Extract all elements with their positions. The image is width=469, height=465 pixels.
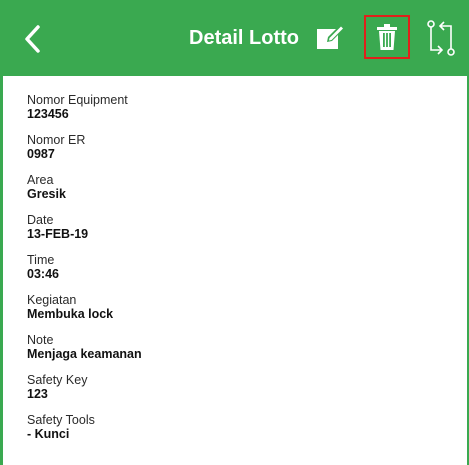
field-label: Kegiatan — [27, 293, 77, 307]
field-label: Area — [27, 173, 54, 187]
field-note: Note Menjaga keamanan — [27, 333, 457, 362]
field-value: - Kunci — [27, 427, 70, 441]
field-safety-key: Safety Key 123 — [27, 373, 457, 402]
field-kegiatan: Kegiatan Membuka lock — [27, 293, 457, 322]
swap-arrows-icon — [427, 20, 455, 56]
field-label: Nomor ER — [27, 133, 86, 147]
chevron-left-icon — [25, 25, 40, 53]
field-label: Time — [27, 253, 55, 267]
field-label: Note — [27, 333, 54, 347]
field-label: Date — [27, 213, 54, 227]
field-area: Area Gresik — [27, 173, 457, 202]
edit-icon — [317, 24, 345, 49]
back-button[interactable] — [17, 22, 47, 56]
field-value: Gresik — [27, 187, 66, 201]
field-value: 03:46 — [27, 267, 59, 281]
field-value: Menjaga keamanan — [27, 347, 142, 361]
field-label: Safety Tools — [27, 413, 95, 427]
field-nomor-equipment: Nomor Equipment 123456 — [27, 93, 457, 122]
field-value: 123 — [27, 387, 48, 401]
field-nomor-er: Nomor ER 0987 — [27, 133, 457, 162]
field-label: Safety Key — [27, 373, 88, 387]
field-label: Nomor Equipment — [27, 93, 128, 107]
field-value: 13-FEB-19 — [27, 227, 89, 241]
field-value: 123456 — [27, 107, 69, 121]
app-screen: Detail Lotto Nomor Equipment 123456 Nomo… — [0, 0, 469, 465]
trash-icon — [377, 24, 397, 50]
field-safety-tools: Safety Tools - Kunci — [27, 413, 457, 442]
page-title: Detail Lotto — [189, 27, 299, 49]
field-date: Date 13-FEB-19 — [27, 213, 457, 242]
delete-button[interactable] — [364, 15, 410, 59]
field-value: 0987 — [27, 147, 55, 161]
detail-list: Nomor Equipment 123456 Nomor ER 0987 Are… — [27, 94, 457, 454]
field-time: Time 03:46 — [27, 253, 457, 282]
field-value: Membuka lock — [27, 307, 114, 321]
top-bar: Detail Lotto — [3, 0, 467, 76]
edit-button[interactable] — [316, 22, 346, 52]
swap-button[interactable] — [424, 18, 458, 58]
